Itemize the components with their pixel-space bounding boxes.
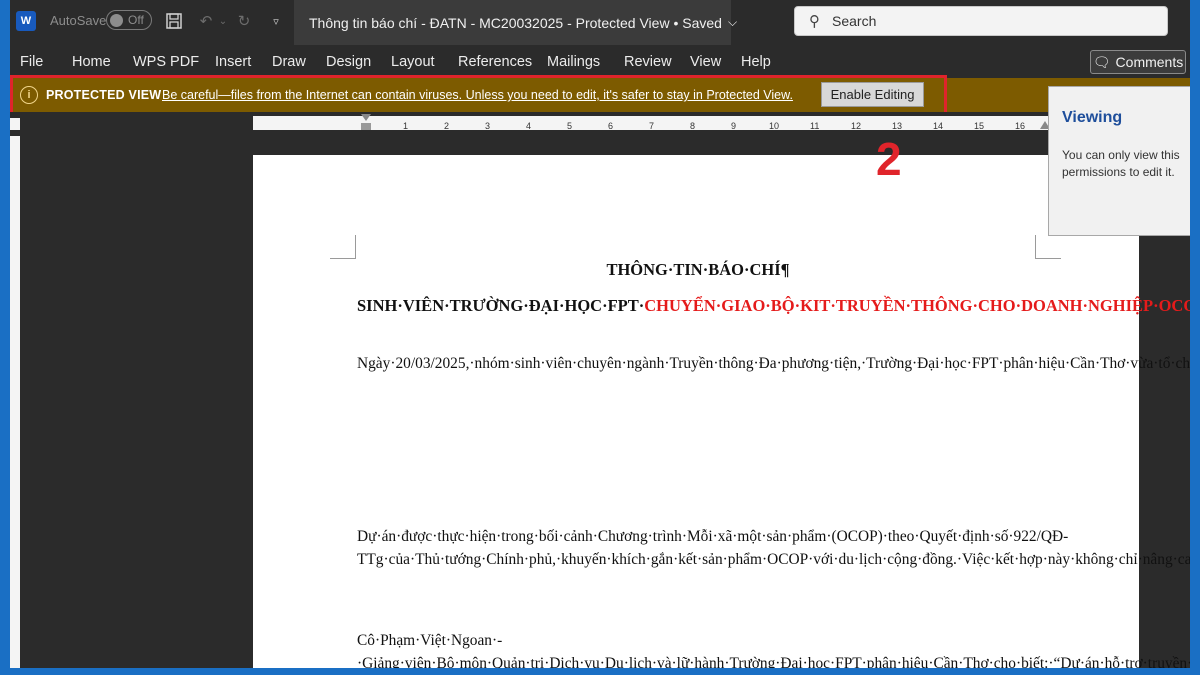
frame-border bbox=[0, 668, 1200, 675]
ruler-tick: 16 bbox=[1015, 121, 1026, 131]
indent-marker-icon[interactable] bbox=[361, 114, 371, 121]
ruler-tick: 13 bbox=[892, 121, 903, 131]
indent-marker-icon[interactable] bbox=[361, 123, 371, 130]
tab-draw[interactable]: Draw bbox=[272, 54, 306, 70]
ruler-tick: 9 bbox=[731, 121, 737, 131]
document-page[interactable]: THÔNG·TIN·BÁO·CHÍ¶ SINH·VIÊN·TRƯỜNG·ĐẠI·… bbox=[253, 155, 1190, 668]
paragraph: Cô·Phạm·Việt·Ngoan·-·Giảng·viên·Bộ·môn·Q… bbox=[357, 632, 1190, 668]
ruler-tick: 15 bbox=[974, 121, 985, 131]
viewing-title: Viewing bbox=[1062, 109, 1123, 126]
paragraph: Ngày·20/03/2025,·nhóm·sinh·viên·chuyên·n… bbox=[357, 355, 1190, 372]
ribbon-tabs: File Home WPS PDF Insert Draw Design Lay… bbox=[10, 48, 1190, 78]
comments-label: Comments bbox=[1115, 54, 1184, 70]
chevron-down-icon: ⌵ bbox=[727, 15, 738, 29]
title-bar: W AutoSave Off ↶ ⌄ ↻ ▿ Thông tin báo chí… bbox=[10, 0, 1190, 48]
ruler-tick: 4 bbox=[526, 121, 532, 131]
tab-home[interactable]: Home bbox=[72, 54, 111, 70]
subheading-black: SINH·VIÊN·TRƯỜNG·ĐẠI·HỌC·FPT· bbox=[357, 296, 645, 315]
ruler-tick: 10 bbox=[769, 121, 780, 131]
ruler-tick: 3 bbox=[485, 121, 491, 131]
crop-mark bbox=[1035, 235, 1061, 259]
word-window: W AutoSave Off ↶ ⌄ ↻ ▿ Thông tin báo chí… bbox=[10, 0, 1190, 668]
tab-review[interactable]: Review bbox=[624, 54, 672, 70]
save-icon[interactable] bbox=[164, 11, 184, 31]
viewing-mode-panel: Viewing You can only view this permissio… bbox=[1048, 86, 1190, 236]
horizontal-ruler[interactable]: 1 2 3 4 5 6 7 8 9 10 11 12 13 14 15 16 bbox=[10, 112, 1190, 136]
tab-mailings[interactable]: Mailings bbox=[547, 54, 600, 70]
viewing-line: permissions to edit it. bbox=[1062, 165, 1175, 179]
ruler-tick: 7 bbox=[649, 121, 655, 131]
autosave-toggle[interactable]: Off bbox=[106, 10, 152, 30]
tab-file[interactable]: File bbox=[20, 54, 43, 70]
document-heading: THÔNG·TIN·BÁO·CHÍ¶ bbox=[606, 260, 790, 279]
document-subheading: SINH·VIÊN·TRƯỜNG·ĐẠI·HỌC·FPT·CHUYỂN·GIAO… bbox=[357, 294, 1190, 317]
ruler-tick: 14 bbox=[933, 121, 944, 131]
ruler-strip: 1 2 3 4 5 6 7 8 9 10 11 12 13 14 15 16 bbox=[253, 114, 1050, 131]
viewing-description: You can only view this permissions to ed… bbox=[1062, 147, 1190, 181]
ruler-tick: 11 bbox=[810, 121, 820, 131]
ruler-tick: 2 bbox=[444, 121, 450, 131]
autosave-label: AutoSave bbox=[50, 13, 107, 28]
tab-insert[interactable]: Insert bbox=[215, 54, 251, 70]
tab-selector[interactable] bbox=[10, 118, 20, 130]
ruler-tick: 8 bbox=[690, 121, 696, 131]
highlight-outline bbox=[10, 75, 947, 115]
tab-view[interactable]: View bbox=[690, 54, 721, 70]
toggle-knob-icon bbox=[110, 13, 123, 27]
step-number-annotation: 2 bbox=[876, 133, 902, 185]
customize-toolbar-icon[interactable]: ▿ bbox=[269, 11, 283, 31]
document-title-text: Thông tin báo chí - ĐATN - MC20032025 - … bbox=[309, 14, 722, 31]
document-title[interactable]: Thông tin báo chí - ĐATN - MC20032025 - … bbox=[294, 0, 737, 45]
autosave-state: Off bbox=[128, 13, 144, 27]
search-placeholder: Search bbox=[832, 13, 877, 29]
ruler-tick: 6 bbox=[608, 121, 614, 131]
search-box[interactable]: ⚲ Search bbox=[794, 6, 1168, 36]
undo-icon[interactable]: ↶ bbox=[196, 11, 216, 31]
ruler-tick: 5 bbox=[567, 121, 573, 131]
tab-wps-pdf[interactable]: WPS PDF bbox=[133, 54, 199, 70]
undo-dropdown-icon[interactable]: ⌄ bbox=[218, 11, 228, 31]
redo-icon[interactable]: ↻ bbox=[234, 11, 254, 31]
tab-references[interactable]: References bbox=[458, 54, 532, 70]
ruler-tick: 12 bbox=[851, 121, 862, 131]
word-logo-icon: W bbox=[16, 11, 36, 31]
tab-help[interactable]: Help bbox=[741, 54, 771, 70]
viewing-line: You can only view this bbox=[1062, 148, 1180, 162]
tab-layout[interactable]: Layout bbox=[391, 54, 435, 70]
paragraph: Dự·án·được·thực·hiện·trong·bối·cảnh·Chươ… bbox=[357, 528, 1190, 568]
tab-design[interactable]: Design bbox=[326, 54, 371, 70]
ruler-tick: 1 bbox=[403, 121, 409, 131]
vertical-ruler[interactable] bbox=[10, 136, 20, 668]
subheading-red: CHUYỂN·GIAO·BỘ·KIT·TRUYỀN·THÔNG·CHO·DOAN… bbox=[644, 296, 1190, 315]
crop-mark bbox=[330, 235, 356, 259]
search-icon: ⚲ bbox=[809, 13, 820, 30]
comments-button[interactable]: 🗨 Comments bbox=[1090, 50, 1186, 74]
comment-icon: 🗨 bbox=[1092, 53, 1111, 70]
